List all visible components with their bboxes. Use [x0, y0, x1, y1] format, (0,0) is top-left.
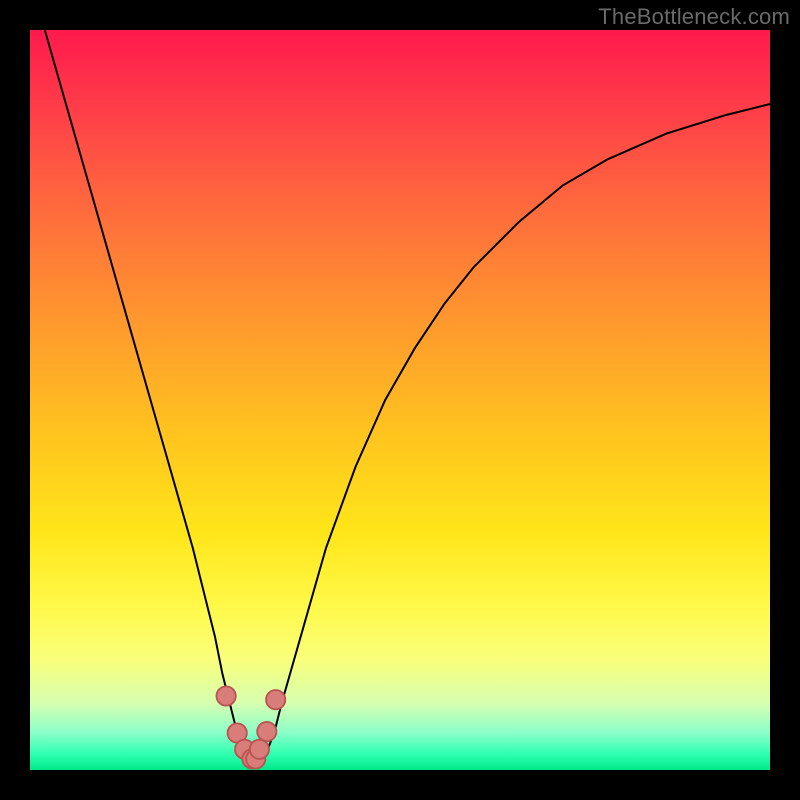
chart-gradient-area — [30, 30, 770, 770]
marker-dots — [216, 686, 285, 768]
bottleneck-curve — [45, 30, 770, 761]
chart-svg — [30, 30, 770, 770]
watermark-text: TheBottleneck.com — [598, 4, 790, 30]
marker-dot — [250, 740, 269, 759]
marker-dot — [216, 686, 235, 705]
marker-dot — [257, 722, 276, 741]
marker-dot — [266, 690, 285, 709]
